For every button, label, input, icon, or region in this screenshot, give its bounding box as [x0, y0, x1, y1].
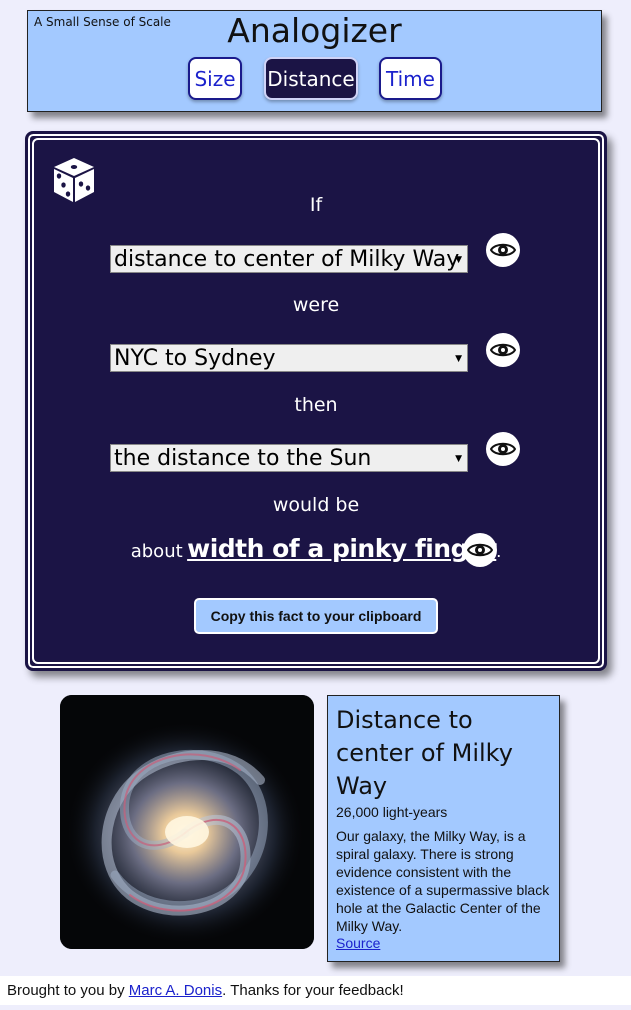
result-value-link[interactable]: width of a pinky finger — [187, 534, 497, 563]
galaxy-image — [60, 695, 314, 949]
source-link[interactable]: Source — [336, 935, 551, 951]
result-prefix: about — [130, 541, 183, 562]
chevron-down-icon: ▼ — [455, 354, 462, 364]
eye-icon[interactable] — [486, 333, 520, 367]
comparison-object-select[interactable]: NYC to Sydney ▼ — [110, 344, 468, 372]
eye-icon[interactable] — [486, 233, 520, 267]
word-were: were — [292, 294, 340, 316]
copy-fact-button[interactable]: Copy this fact to your clipboard — [194, 598, 438, 634]
target-object-value: the distance to the Sun — [114, 445, 372, 471]
tab-time[interactable]: Time — [379, 57, 442, 100]
word-if: If — [309, 194, 323, 216]
info-measure: 26,000 light-years — [336, 804, 448, 820]
app-title: Analogizer — [227, 11, 402, 50]
tab-distance[interactable]: Distance — [264, 57, 358, 100]
reference-object-select[interactable]: distance to center of Milky Way ▼ — [110, 245, 468, 273]
info-title: Distance to center of Milky Way — [336, 706, 513, 800]
info-description: Our galaxy, the Milky Way, is a spiral g… — [336, 828, 550, 934]
chevron-down-icon: ▼ — [455, 255, 462, 265]
analogy-panel: If distance to center of Milky Way ▼ wer… — [25, 131, 607, 671]
author-link[interactable]: Marc A. Donis — [129, 982, 222, 999]
tab-size[interactable]: Size — [188, 57, 242, 100]
reference-object-value: distance to center of Milky Way — [114, 246, 460, 272]
info-card: Distance to center of Milky Way 26,000 l… — [327, 695, 560, 962]
result-suffix: . — [496, 541, 502, 561]
page: A Small Sense of Scale Analogizer Size D… — [0, 0, 631, 1010]
word-would-be: would be — [272, 494, 360, 516]
chevron-down-icon: ▼ — [455, 454, 462, 464]
comparison-object-value: NYC to Sydney — [114, 345, 276, 371]
target-object-select[interactable]: the distance to the Sun ▼ — [110, 444, 468, 472]
header: A Small Sense of Scale Analogizer Size D… — [27, 10, 602, 112]
result-row: about width of a pinky finger. — [28, 534, 604, 563]
footer: Brought to you by Marc A. Donis . Thanks… — [0, 976, 631, 1005]
word-then: then — [294, 394, 338, 416]
footer-suffix: . Thanks for your feedback! — [222, 982, 404, 999]
footer-prefix: Brought to you by — [7, 982, 129, 999]
eye-icon[interactable] — [463, 533, 497, 567]
eye-icon[interactable] — [486, 432, 520, 466]
